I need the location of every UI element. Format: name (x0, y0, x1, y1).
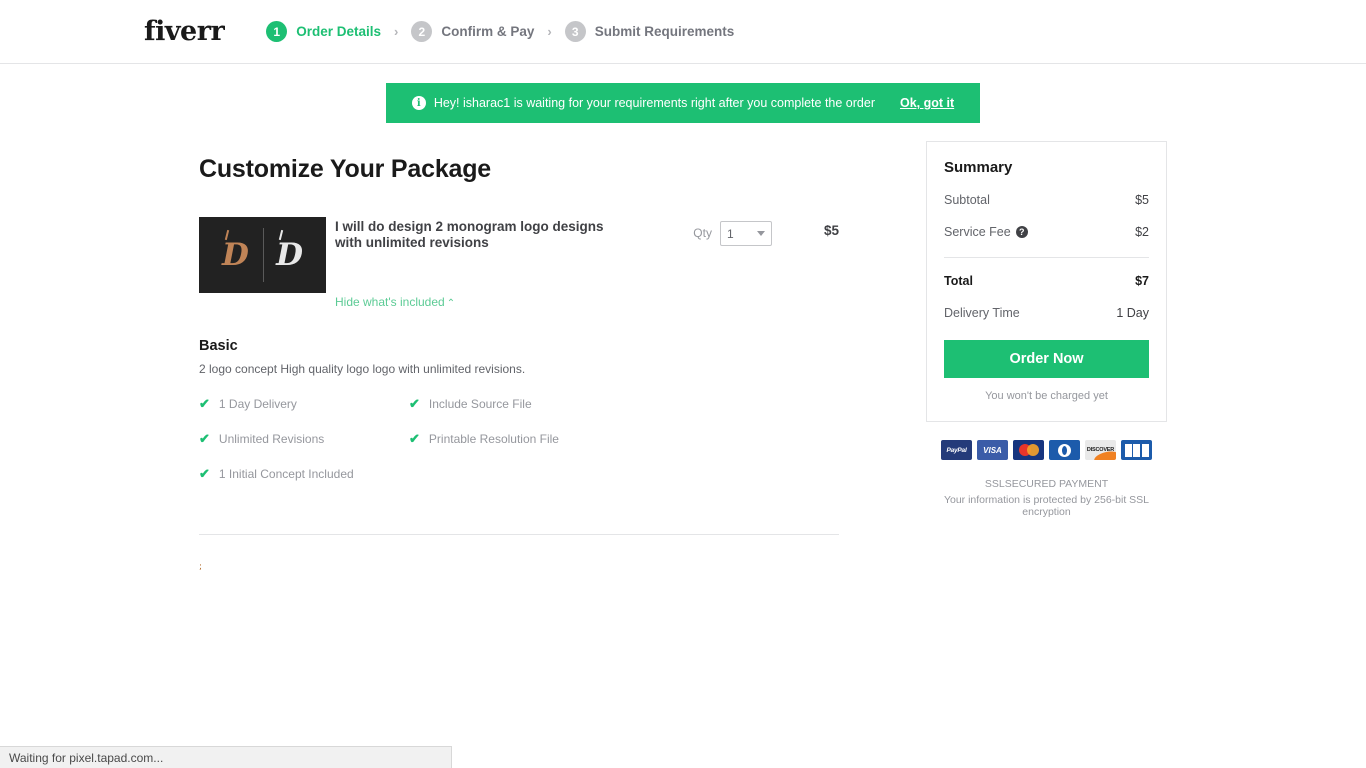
mastercard-circles (1018, 444, 1039, 456)
step-2-badge: 2 (411, 21, 433, 42)
subtotal-value: $5 (1135, 193, 1149, 207)
feature-item: ✔ 1 Initial Concept Included (199, 466, 409, 482)
check-icon: ✔ (409, 396, 420, 412)
payment-methods: PayPal VISA DISCOVER (926, 440, 1167, 460)
feature-label: 1 Day Delivery (218, 397, 297, 412)
summary-title: Summary (944, 159, 1013, 176)
stray-artifact: ; (199, 562, 203, 573)
feature-item: ✔ Include Source File (409, 396, 619, 412)
package-name: Basic (199, 338, 238, 355)
package-description: 2 logo concept High quality logo logo wi… (199, 362, 526, 377)
feature-label: Printable Resolution File (428, 432, 559, 447)
order-now-button[interactable]: Order Now (944, 340, 1149, 378)
gig-info: I will do design 2 monogram logo designs… (335, 217, 683, 311)
step-confirm-and-pay[interactable]: 2 Confirm & Pay (411, 21, 534, 42)
summary-column: Summary Subtotal $5 Service Fee ? $2 Tot… (926, 141, 1167, 571)
jcb-bars (1124, 443, 1149, 457)
step-separator-1-icon: › (394, 24, 399, 39)
mastercard-icon (1013, 440, 1044, 460)
check-icon: ✔ (199, 396, 210, 412)
fiverr-logo[interactable]: fiverr (144, 18, 225, 45)
summary-divider (944, 257, 1149, 258)
ok-got-it-link[interactable]: Ok, got it (900, 96, 954, 110)
feature-label: Include Source File (428, 397, 532, 412)
hide-whats-included-toggle[interactable]: Hide what's included ⌃ (335, 295, 455, 309)
feature-label: Unlimited Revisions (218, 432, 325, 447)
toggle-label: Hide what's included (335, 295, 445, 310)
site-header: fiverr 1 Order Details › 2 Confirm & Pay… (0, 0, 1366, 64)
feature-item: ✔ Printable Resolution File (409, 431, 619, 447)
quantity-label: Qty (693, 226, 712, 240)
step-3-badge: 3 (564, 21, 586, 42)
summary-row-delivery-time: Delivery Time 1 Day (944, 306, 1149, 320)
ssl-title: SSLSECURED PAYMENT (984, 478, 1109, 490)
service-fee-value: $2 (1135, 225, 1149, 239)
visa-icon: VISA (977, 440, 1008, 460)
summary-row-service-fee: Service Fee ? $2 (944, 225, 1149, 239)
browser-status-bar: Waiting for pixel.tapad.com... (0, 746, 452, 768)
visa-label: VISA (983, 445, 1002, 455)
chevron-down-icon (756, 231, 765, 236)
page-body: Customize Your Package D D I will do des… (0, 141, 1366, 573)
paypal-label: PayPal (946, 446, 967, 454)
diners-club-icon (1049, 440, 1080, 460)
step-1-badge: 1 (266, 21, 288, 42)
check-icon: ✔ (409, 431, 420, 447)
help-icon[interactable]: ? (1015, 226, 1028, 238)
gig-price: $5 (823, 223, 839, 238)
step-1-label: Order Details (296, 24, 381, 39)
summary-row-total: Total $7 (944, 274, 1149, 288)
step-separator-2-icon: › (547, 24, 552, 39)
notification-banner-wrap: i Hey! isharac1 is waiting for your requ… (0, 83, 1366, 123)
feature-item: ✔ Unlimited Revisions (199, 431, 409, 447)
info-icon: i (411, 96, 426, 110)
check-icon: ✔ (199, 431, 210, 447)
page-title: Customize Your Package (199, 155, 491, 183)
summary-row-subtotal: Subtotal $5 (944, 193, 1149, 207)
subtotal-label: Subtotal (944, 193, 990, 207)
quantity-value: 1 (726, 226, 734, 241)
total-label: Total (944, 274, 973, 288)
service-fee-label: Service Fee ? (944, 225, 1028, 239)
content-column: Customize Your Package D D I will do des… (199, 141, 839, 573)
diners-circle (1058, 443, 1071, 457)
status-text: Waiting for pixel.tapad.com... (9, 750, 164, 765)
section-divider (199, 534, 839, 536)
gig-title[interactable]: I will do design 2 monogram logo designs… (335, 219, 615, 251)
gig-thumbnail[interactable]: D D (199, 217, 326, 293)
jcb-icon (1121, 440, 1152, 460)
delivery-time-label: Delivery Time (944, 306, 1020, 320)
thumbnail-divider (262, 227, 264, 283)
monogram-logo-white-icon: D (276, 229, 303, 273)
gig-row: D D I will do design 2 monogram logo des… (199, 217, 839, 311)
paypal-icon: PayPal (941, 440, 972, 460)
feature-item: ✔ 1 Day Delivery (199, 396, 409, 412)
notification-banner: i Hey! isharac1 is waiting for your requ… (385, 83, 981, 123)
service-fee-text: Service Fee (944, 225, 1011, 239)
summary-card: Summary Subtotal $5 Service Fee ? $2 Tot… (926, 141, 1167, 422)
notification-message: Hey! isharac1 is waiting for your requir… (433, 96, 875, 110)
discover-icon: DISCOVER (1085, 440, 1116, 460)
charge-note: You won't be charged yet (985, 390, 1108, 402)
monogram-logo-copper-icon: D (222, 229, 249, 273)
quantity-select[interactable]: 1 (719, 221, 772, 246)
quantity-block: Qty 1 (693, 217, 772, 311)
discover-label: DISCOVER (1086, 447, 1115, 453)
checkout-steps: 1 Order Details › 2 Confirm & Pay › 3 Su… (266, 21, 734, 42)
step-3-label: Submit Requirements (594, 24, 735, 39)
delivery-time-value: 1 Day (1116, 306, 1149, 320)
step-submit-requirements[interactable]: 3 Submit Requirements (564, 21, 735, 42)
chevron-up-icon: ⌃ (446, 298, 456, 310)
total-value: $7 (1135, 274, 1149, 288)
step-order-details[interactable]: 1 Order Details (266, 21, 381, 42)
package-features: ✔ 1 Day Delivery ✔ Include Source File ✔… (199, 396, 619, 501)
feature-label: 1 Initial Concept Included (218, 467, 354, 482)
check-icon: ✔ (199, 466, 210, 482)
ssl-subtitle: Your information is protected by 256-bit… (943, 494, 1150, 518)
step-2-label: Confirm & Pay (441, 24, 535, 39)
